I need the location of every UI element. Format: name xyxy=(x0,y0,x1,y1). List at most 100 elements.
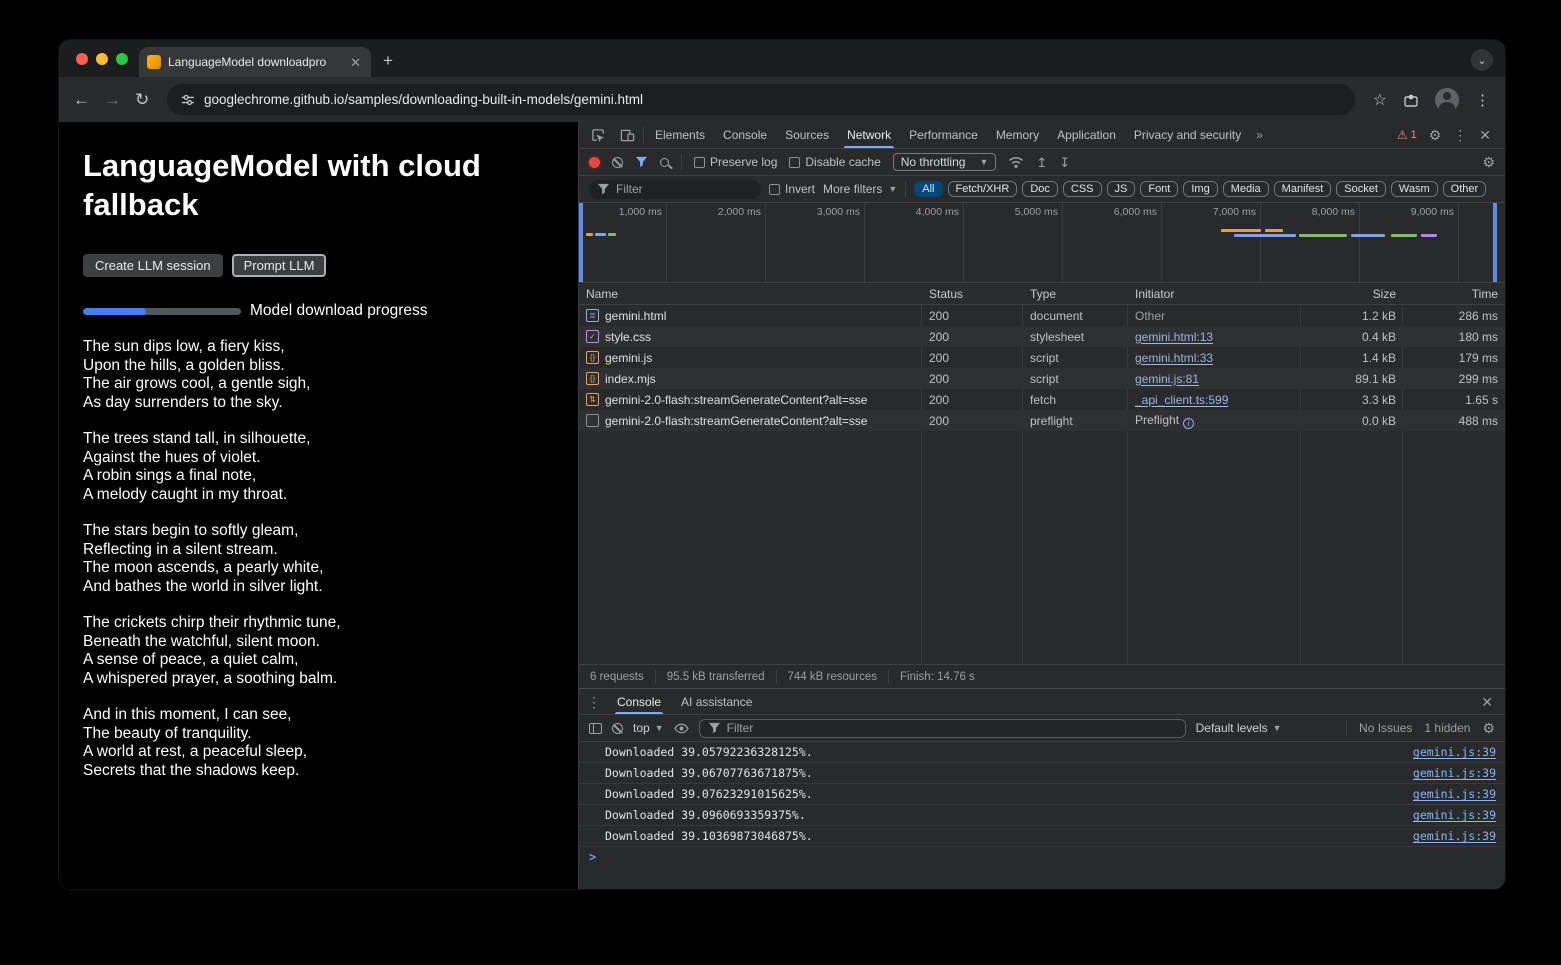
export-har-icon[interactable]: ↧ xyxy=(1059,156,1070,169)
console-filter-input[interactable] xyxy=(727,721,1177,735)
log-source-link[interactable]: gemini.js:39 xyxy=(1413,766,1496,780)
close-window-button[interactable] xyxy=(76,53,88,65)
reload-button[interactable]: ↻ xyxy=(135,91,149,108)
console-log-row[interactable]: Downloaded 39.06707763671875%. gemini.js… xyxy=(579,763,1505,784)
filter-pill-fetch-xhr[interactable]: Fetch/XHR xyxy=(948,181,1018,197)
console-settings-icon[interactable]: ⚙ xyxy=(1482,721,1495,735)
table-row[interactable]: gemini-2.0-flash:streamGenerateContent?a… xyxy=(579,410,1505,431)
filter-pill-font[interactable]: Font xyxy=(1140,181,1178,197)
console-log-row[interactable]: Downloaded 39.05792236328125%. gemini.js… xyxy=(579,742,1505,763)
table-row[interactable]: ⇅gemini-2.0-flash:streamGenerateContent?… xyxy=(579,389,1505,410)
filter-pill-img[interactable]: Img xyxy=(1183,181,1217,197)
filter-pill-socket[interactable]: Socket xyxy=(1336,181,1386,197)
column-header-type[interactable]: Type xyxy=(1023,287,1128,301)
maximize-window-button[interactable] xyxy=(116,53,128,65)
request-initiator-link[interactable]: gemini.js:81 xyxy=(1135,372,1199,386)
network-overview-timeline[interactable]: 1,000 ms 2,000 ms 3,000 ms 4,000 ms 5,00… xyxy=(579,203,1505,283)
throttling-select[interactable]: No throttling ▼ xyxy=(893,153,997,171)
console-log-row[interactable]: Downloaded 39.0960693359375%. gemini.js:… xyxy=(579,805,1505,826)
network-conditions-icon[interactable] xyxy=(1008,156,1024,169)
column-header-size[interactable]: Size xyxy=(1301,287,1403,301)
url-input[interactable] xyxy=(204,92,1341,107)
minimize-window-button[interactable] xyxy=(96,53,108,65)
device-toolbar-icon[interactable] xyxy=(614,128,641,143)
console-sidebar-icon[interactable] xyxy=(589,723,602,734)
drawer-tab-ai-assistance[interactable]: AI assistance xyxy=(671,689,762,714)
console-filter-box[interactable] xyxy=(699,719,1186,738)
live-expression-eye-icon[interactable] xyxy=(674,723,689,734)
clear-network-log-icon[interactable] xyxy=(612,157,623,168)
browser-tab[interactable]: LanguageModel downloadpro ✕ xyxy=(139,47,371,77)
issues-status[interactable]: No Issues xyxy=(1359,721,1412,735)
record-network-log-icon[interactable] xyxy=(589,157,600,168)
devtools-settings-icon[interactable]: ⚙ xyxy=(1429,128,1442,142)
search-network-icon[interactable] xyxy=(660,158,669,167)
column-header-time[interactable]: Time xyxy=(1403,287,1505,301)
table-row[interactable]: ≣gemini.html 200 document Other 1.2 kB 2… xyxy=(579,305,1505,326)
create-llm-session-button[interactable]: Create LLM session xyxy=(83,254,223,277)
table-row[interactable]: ✓style.css 200 stylesheet gemini.html:13… xyxy=(579,326,1505,347)
browser-menu-icon[interactable]: ⋮ xyxy=(1475,91,1491,109)
filter-pill-all[interactable]: All xyxy=(914,181,942,197)
filter-pill-manifest[interactable]: Manifest xyxy=(1274,181,1332,197)
devtools-tab-network[interactable]: Network xyxy=(838,122,900,148)
devtools-tab-memory[interactable]: Memory xyxy=(987,122,1048,148)
forward-button[interactable]: → xyxy=(104,91,121,108)
devtools-tab-performance[interactable]: Performance xyxy=(900,122,987,148)
network-settings-icon[interactable]: ⚙ xyxy=(1482,155,1495,169)
profile-avatar[interactable] xyxy=(1435,88,1459,112)
filter-pill-media[interactable]: Media xyxy=(1223,181,1269,197)
console-log-row[interactable]: Downloaded 39.10369873046875%. gemini.js… xyxy=(579,826,1505,847)
preflight-info-icon[interactable]: i xyxy=(1183,418,1194,429)
address-bar[interactable] xyxy=(167,84,1354,115)
column-header-initiator[interactable]: Initiator xyxy=(1128,287,1301,301)
column-header-name[interactable]: Name xyxy=(579,287,922,301)
extensions-icon[interactable] xyxy=(1403,92,1419,108)
filter-pill-js[interactable]: JS xyxy=(1107,181,1136,197)
request-initiator-link[interactable]: gemini.html:13 xyxy=(1135,330,1213,344)
devtools-tab-application[interactable]: Application xyxy=(1048,122,1125,148)
console-log-row[interactable]: Downloaded 39.07623291015625%. gemini.js… xyxy=(579,784,1505,805)
network-filter-input[interactable] xyxy=(616,182,753,196)
devtools-tab-privacy-security[interactable]: Privacy and security xyxy=(1125,122,1250,148)
devtools-tab-console[interactable]: Console xyxy=(714,122,776,148)
overview-left-handle[interactable] xyxy=(579,203,583,282)
filter-pill-css[interactable]: CSS xyxy=(1063,181,1102,197)
tab-search-button[interactable]: ⌄ xyxy=(1471,49,1493,71)
request-initiator-link[interactable]: gemini.html:33 xyxy=(1135,351,1213,365)
preserve-log-checkbox[interactable]: Preserve log xyxy=(694,155,777,169)
bookmark-star-icon[interactable]: ☆ xyxy=(1373,90,1387,110)
more-tabs-icon[interactable]: » xyxy=(1250,128,1269,142)
log-source-link[interactable]: gemini.js:39 xyxy=(1413,745,1496,759)
devtools-tab-elements[interactable]: Elements xyxy=(646,122,714,148)
filter-pill-wasm[interactable]: Wasm xyxy=(1391,181,1438,197)
new-tab-button[interactable]: + xyxy=(383,51,393,71)
network-filter-input-box[interactable] xyxy=(589,180,761,199)
drawer-tab-console[interactable]: Console xyxy=(607,689,671,714)
column-header-status[interactable]: Status xyxy=(922,287,1023,301)
filter-toggle-icon[interactable] xyxy=(635,156,648,168)
clear-console-icon[interactable] xyxy=(612,723,623,734)
request-initiator-link[interactable]: _api_client.ts:599 xyxy=(1135,393,1228,407)
site-settings-icon[interactable] xyxy=(181,93,195,107)
back-button[interactable]: ← xyxy=(73,91,90,108)
devtools-menu-icon[interactable]: ⋮ xyxy=(1453,128,1467,142)
execution-context-select[interactable]: top ▼ xyxy=(633,721,664,735)
filter-pill-doc[interactable]: Doc xyxy=(1022,181,1058,197)
log-source-link[interactable]: gemini.js:39 xyxy=(1413,787,1496,801)
devtools-tab-sources[interactable]: Sources xyxy=(776,122,838,148)
hidden-messages-count[interactable]: 1 hidden xyxy=(1424,721,1470,735)
invert-checkbox[interactable]: Invert xyxy=(769,182,815,196)
prompt-llm-button[interactable]: Prompt LLM xyxy=(232,254,327,277)
import-har-icon[interactable]: ↥ xyxy=(1036,156,1047,169)
console-prompt[interactable]: > xyxy=(579,847,1505,867)
table-row[interactable]: {}gemini.js 200 script gemini.html:33 1.… xyxy=(579,347,1505,368)
log-source-link[interactable]: gemini.js:39 xyxy=(1413,829,1496,843)
devtools-close-icon[interactable]: ✕ xyxy=(1479,128,1491,142)
tab-close-icon[interactable]: ✕ xyxy=(348,56,363,69)
drawer-close-icon[interactable]: ✕ xyxy=(1481,695,1497,709)
filter-pill-other[interactable]: Other xyxy=(1443,181,1487,197)
drawer-menu-icon[interactable]: ⋮ xyxy=(587,695,601,709)
table-row[interactable]: {}index.mjs 200 script gemini.js:81 89.1… xyxy=(579,368,1505,389)
more-filters-dropdown[interactable]: More filters ▼ xyxy=(823,182,897,196)
